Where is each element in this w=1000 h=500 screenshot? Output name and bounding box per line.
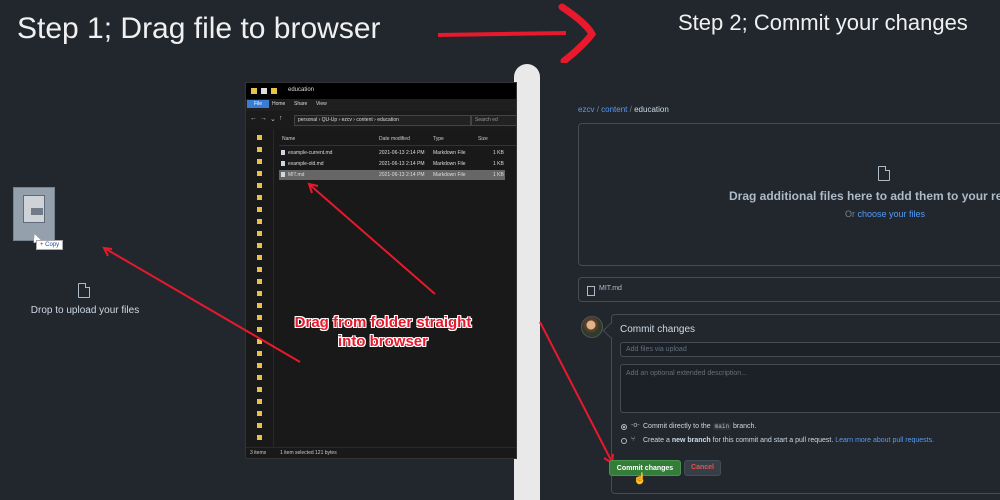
radio-new-branch[interactable]: [621, 438, 627, 444]
file-icon: [878, 166, 890, 181]
avatar[interactable]: [581, 316, 603, 338]
arrow-to-commit: [539, 321, 613, 463]
git-pull-request-icon: ⑂: [631, 436, 636, 443]
option-commit-direct: Commit directly to the main branch.: [643, 423, 757, 430]
breadcrumb-current: education: [634, 105, 669, 114]
option-new-branch: Create a new branch for this commit and …: [643, 437, 935, 444]
uploaded-file-list: [578, 277, 1000, 302]
breadcrumb-folder[interactable]: content: [601, 105, 627, 114]
breadcrumb-repo[interactable]: ezcv: [578, 105, 594, 114]
git-commit-icon: -o-: [631, 422, 640, 429]
commit-title: Commit changes: [620, 324, 696, 335]
annotation-text: Drag from folder straight into browser: [288, 313, 478, 351]
hand-cursor-icon: ☝: [633, 473, 647, 485]
uploaded-file-name: MIT.md: [599, 285, 622, 292]
commit-summary-input[interactable]: Add files via upload: [620, 342, 1000, 357]
drop-zone-subtext: Or choose your files: [845, 209, 926, 219]
annotation-line2: into browser: [337, 333, 428, 350]
drop-zone-text: Drag additional files here to add them t…: [729, 189, 1000, 203]
cancel-button[interactable]: Cancel: [684, 460, 721, 476]
annotation-line1: Drag from folder straight: [294, 314, 472, 331]
breadcrumb: ezcv / content / education: [578, 105, 669, 114]
commit-description-input[interactable]: Add an optional extended description...: [620, 364, 1000, 413]
arrow-to-file: [309, 184, 436, 295]
choose-files-link[interactable]: choose your files: [858, 209, 926, 219]
file-icon: [587, 286, 595, 296]
radio-commit-direct[interactable]: [621, 424, 627, 430]
learn-more-link[interactable]: Learn more about pull requests.: [835, 437, 934, 444]
arrow-to-drop-zone: [105, 248, 301, 363]
